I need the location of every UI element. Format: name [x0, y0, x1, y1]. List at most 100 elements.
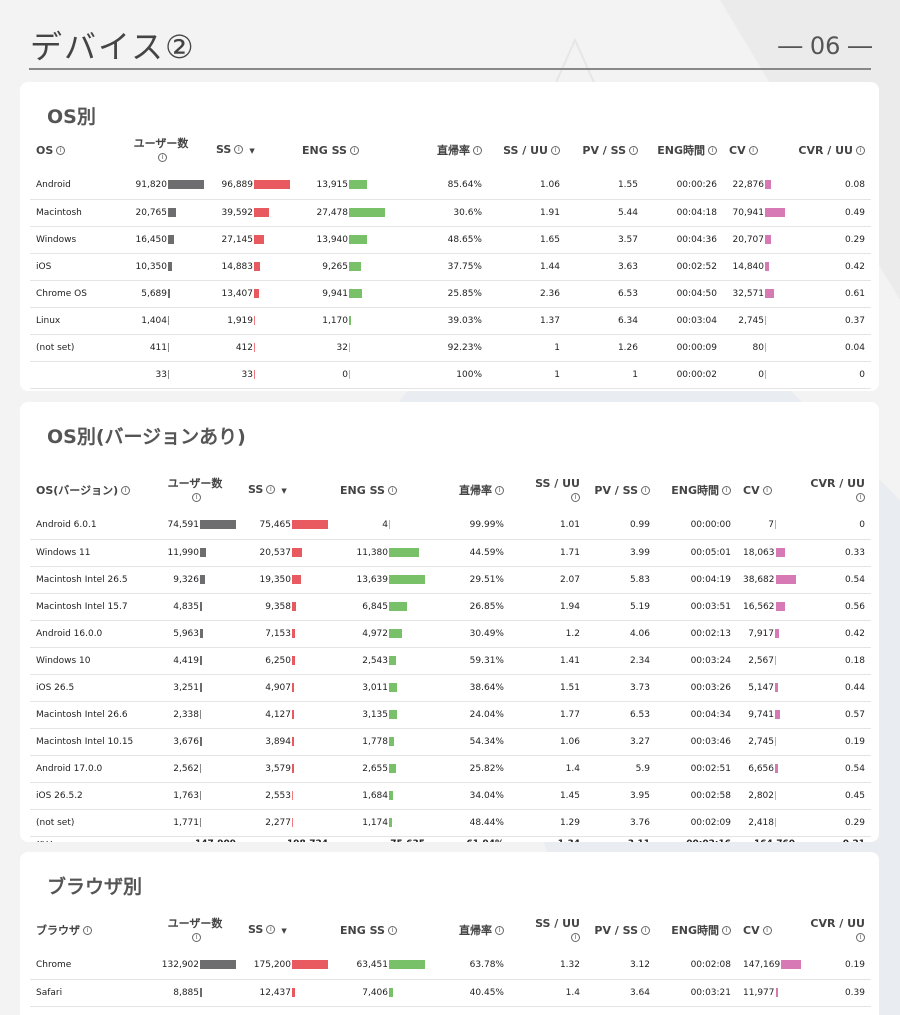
- table-row[interactable]: Windows 10 4,419 6,250 2,543 59.31% 1.41 2.34 0…: [30, 647, 871, 675]
- info-icon[interactable]: i: [629, 146, 638, 155]
- column-header-cv[interactable]: CV i: [723, 128, 791, 172]
- table-row[interactable]: Macintosh Intel 15.7 4,835 9,358 6,845 26.85…: [30, 593, 871, 621]
- table-row[interactable]: iOS 26.5.2 1,763 2,553 1,684 34.04% 1.45 3.95 0…: [30, 782, 871, 810]
- info-icon[interactable]: i: [495, 926, 504, 935]
- info-icon[interactable]: i: [387, 926, 397, 935]
- cell-bounce-rate: 85.64%: [391, 172, 488, 200]
- total-row[interactable]: 総計147,909198,72475,63561.94%1.343.1100:0…: [30, 388, 871, 392]
- info-icon[interactable]: i: [571, 932, 580, 942]
- info-icon[interactable]: i: [641, 486, 650, 495]
- table-row[interactable]: Windows 16,450 27,145 13,940 48.65% 1.65 3.57 0…: [30, 226, 871, 254]
- table-row[interactable]: Android 91,820 96,889 13,915 85.64% 1.06 1.55 0…: [30, 172, 871, 200]
- cell-ss: 2,553: [242, 782, 334, 810]
- info-icon[interactable]: i: [192, 932, 201, 942]
- value-bar: [389, 628, 402, 638]
- total-row[interactable]: 総計147,909198,72475,63561.94%1.343.1100:0…: [30, 836, 871, 843]
- cell-cvr-per-uu: 0.45: [801, 782, 871, 810]
- info-icon[interactable]: i: [571, 492, 580, 502]
- info-icon[interactable]: i: [192, 492, 201, 502]
- column-header-pv-per-ss[interactable]: PV / SS i: [586, 908, 656, 952]
- info-icon[interactable]: i: [121, 486, 131, 495]
- info-icon[interactable]: i: [856, 492, 865, 502]
- info-icon[interactable]: i: [748, 146, 758, 155]
- column-header-ss[interactable]: SS i ▼: [242, 908, 334, 952]
- table-row[interactable]: Chrome OS 5,689 13,407 9,941 25.85% 2.36 6.53 0…: [30, 280, 871, 308]
- table-row[interactable]: (not set) 1,771 2,277 1,174 48.44% 1.29 3.76 00…: [30, 809, 871, 837]
- info-icon[interactable]: i: [266, 485, 276, 494]
- info-icon[interactable]: i: [551, 146, 560, 155]
- cell-bounce-rate: 44.59%: [431, 539, 510, 567]
- info-icon[interactable]: i: [722, 486, 731, 495]
- column-header-users[interactable]: ユーザー数 i: [148, 908, 242, 952]
- column-header-cvr-per-uu[interactable]: CVR / UU i: [791, 128, 871, 172]
- column-header-eng-time[interactable]: ENG時間 i: [656, 908, 737, 952]
- cell-users: 4,835: [148, 593, 242, 621]
- info-icon[interactable]: i: [762, 926, 772, 935]
- column-header-ss[interactable]: SS i ▼: [242, 468, 334, 512]
- table-row[interactable]: Macintosh Intel 10.15 3,676 3,894 1,778 54.3…: [30, 728, 871, 756]
- sort-desc-icon[interactable]: ▼: [281, 487, 286, 495]
- info-icon[interactable]: i: [158, 152, 167, 162]
- info-icon[interactable]: i: [762, 486, 772, 495]
- column-header-users[interactable]: ユーザー数 i: [112, 128, 210, 172]
- column-header-label: ユーザー数: [167, 477, 223, 490]
- column-header-cv[interactable]: CV i: [737, 468, 801, 512]
- column-header-ss-per-uu[interactable]: SS / UU i: [510, 908, 586, 952]
- column-header-name[interactable]: ブラウザ i: [30, 908, 148, 952]
- info-icon[interactable]: i: [56, 146, 66, 155]
- table-row[interactable]: Macintosh Intel 26.5 9,326 19,350 13,639 29.…: [30, 566, 871, 594]
- sort-desc-icon[interactable]: ▼: [249, 147, 254, 155]
- info-icon[interactable]: i: [387, 486, 397, 495]
- column-header-bounce-rate[interactable]: 直帰率 i: [391, 128, 488, 172]
- table-row[interactable]: Chrome 132,902 175,200 63,451 63.78% 1.32 3.12…: [30, 952, 871, 980]
- table-row[interactable]: Safari 8,885 12,437 7,406 40.45% 1.4 3.64 00:03…: [30, 979, 871, 1007]
- info-icon[interactable]: i: [856, 932, 865, 942]
- table-row[interactable]: Linux 1,404 1,919 1,170 39.03% 1.37 6.34 00:03:…: [30, 307, 871, 335]
- info-icon[interactable]: i: [234, 145, 244, 154]
- column-header-bounce-rate[interactable]: 直帰率 i: [431, 908, 510, 952]
- column-header-ss-per-uu[interactable]: SS / UU i: [488, 128, 566, 172]
- column-header-bounce-rate[interactable]: 直帰率 i: [431, 468, 510, 512]
- column-header-eng-time[interactable]: ENG時間 i: [656, 468, 737, 512]
- info-icon[interactable]: i: [722, 926, 731, 935]
- column-header-cvr-per-uu[interactable]: CVR / UU i: [801, 908, 871, 952]
- info-icon[interactable]: i: [495, 486, 504, 495]
- cell-name: Chrome OS: [30, 280, 112, 308]
- sort-desc-icon[interactable]: ▼: [281, 927, 286, 935]
- table-row[interactable]: Macintosh 20,765 39,592 27,478 30.6% 1.91 5.44…: [30, 199, 871, 227]
- table-row[interactable]: Android 16.0.0 5,963 7,153 4,972 30.49% 1.2 4.…: [30, 620, 871, 648]
- table-row[interactable]: Android 17.0.0 2,562 3,579 2,655 25.82% 1.4 5.…: [30, 755, 871, 783]
- column-header-eng-time[interactable]: ENG時間 i: [644, 128, 723, 172]
- table-row[interactable]: Edge2,6844,2001,95053.48%1.573.0100:05:4…: [30, 1006, 871, 1015]
- info-icon[interactable]: i: [83, 926, 92, 935]
- info-icon[interactable]: i: [708, 146, 717, 155]
- column-header-cv[interactable]: CV i: [737, 908, 801, 952]
- table-row[interactable]: iOS 10,350 14,883 9,265 37.75% 1.44 3.63 00:02:…: [30, 253, 871, 281]
- table-row[interactable]: Windows 11 11,990 20,537 11,380 44.59% 1.71 3.…: [30, 539, 871, 567]
- info-icon[interactable]: i: [641, 926, 650, 935]
- table-row[interactable]: 33 33 0 100% 1 1 00:00:02 0 0: [30, 361, 871, 389]
- column-header-cvr-per-uu[interactable]: CVR / UU i: [801, 468, 871, 512]
- column-header-name[interactable]: OS(バージョン) i: [30, 468, 148, 512]
- info-icon[interactable]: i: [856, 146, 865, 155]
- column-header-eng-ss[interactable]: ENG SS i: [334, 908, 431, 952]
- column-header-ss-per-uu[interactable]: SS / UU i: [510, 468, 586, 512]
- column-header-pv-per-ss[interactable]: PV / SS i: [586, 468, 656, 512]
- column-header-users[interactable]: ユーザー数 i: [148, 468, 242, 512]
- value-bar: [292, 682, 294, 692]
- table-row[interactable]: Android 6.0.1 74,591 75,465 4 99.99% 1.01 0.99…: [30, 512, 871, 540]
- info-icon[interactable]: i: [266, 925, 276, 934]
- column-header-pv-per-ss[interactable]: PV / SS i: [566, 128, 644, 172]
- cell-eng-time: 00:02:08: [656, 952, 737, 980]
- value-bar: [389, 709, 397, 719]
- column-header-name[interactable]: OS i: [30, 128, 112, 172]
- column-header-eng-ss[interactable]: ENG SS i: [334, 468, 431, 512]
- table-row[interactable]: iOS 26.5 3,251 4,907 3,011 38.64% 1.51 3.73 00:…: [30, 674, 871, 702]
- column-header-eng-ss[interactable]: ENG SS i: [296, 128, 391, 172]
- table-row[interactable]: Macintosh Intel 26.6 2,338 4,127 3,135 24.04…: [30, 701, 871, 729]
- table-row[interactable]: (not set) 411 412 32 92.23% 1 1.26 00:00:09 80 0.…: [30, 334, 871, 362]
- info-icon[interactable]: i: [473, 146, 482, 155]
- column-header-ss[interactable]: SS i ▼: [210, 128, 296, 172]
- cell-bounce-rate: 99.99%: [431, 512, 510, 540]
- info-icon[interactable]: i: [349, 146, 359, 155]
